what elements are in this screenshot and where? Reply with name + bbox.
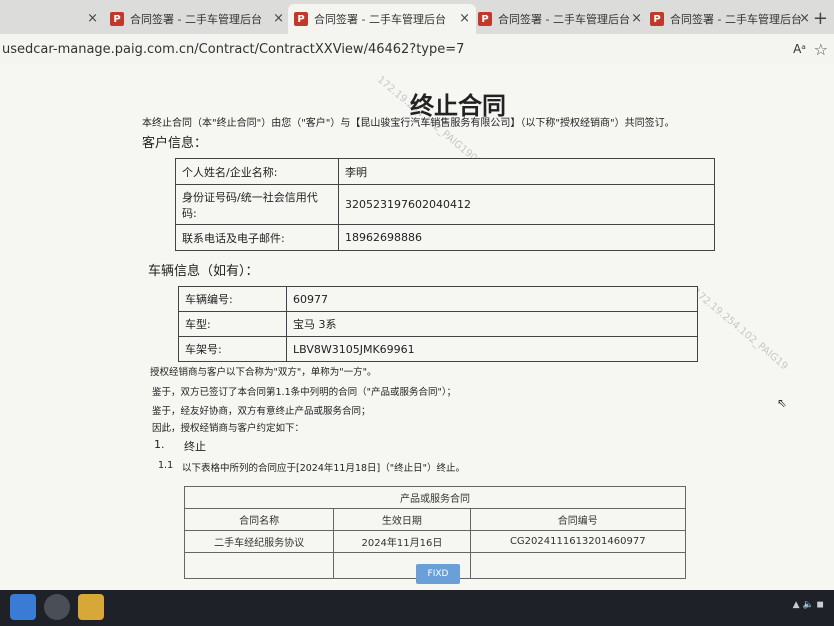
reader-mode-icon[interactable]: Aᵃ: [793, 42, 806, 56]
favicon-icon: P: [110, 12, 124, 26]
windows-start-icon[interactable]: [10, 594, 36, 620]
row-value: 18962698886: [338, 224, 715, 251]
column-header: 生效日期: [333, 508, 471, 531]
vehicle-table: 车辆编号: 60977 车型: 宝马 3系 车架号: LBV8W3105JMK6…: [178, 286, 698, 362]
vehicle-heading: 车辆信息（如有）：: [148, 264, 259, 279]
table-row: 二手车经纪服务协议 2024年11月16日 CG2024111613201460…: [183, 530, 686, 553]
favicon-icon: P: [650, 12, 664, 26]
customer-table: 个人姓名/企业名称: 李明 身份证号码/统一社会信用代码: 3205231976…: [175, 158, 715, 251]
table-header-row: 合同名称 生效日期 合同编号: [183, 508, 686, 531]
row-value: 宝马 3系: [286, 311, 698, 337]
table-row: 联系电话及电子邮件: 18962698886: [175, 224, 715, 251]
favicon-icon: P: [294, 12, 308, 26]
table-row: 车辆编号: 60977: [178, 286, 698, 312]
table-row: 车型: 宝马 3系: [178, 311, 698, 337]
table-cell: CG2024111613201460977: [469, 530, 686, 553]
clause-text: 以下表格中所列的合同应于[2024年11月18日]（"终止日"）终止。: [182, 463, 466, 474]
table-caption-row: 产品或服务合同: [184, 486, 686, 509]
row-value: 李明: [338, 158, 715, 185]
section-number: 1.: [154, 438, 165, 451]
tab-1[interactable]: ×: [0, 4, 104, 34]
intro-text: 本终止合同（本"终止合同"）由您（"客户"）与【昆山骏宝行汽车销售服务有限公司】…: [142, 118, 675, 129]
table-cell: [183, 552, 335, 579]
clause-paragraph: 授权经销商与客户以下合称为"双方"，单称为"一方"。: [150, 367, 377, 378]
close-icon[interactable]: ×: [799, 11, 810, 26]
clause-paragraph: 鉴于，经友好协商，双方有意终止产品或服务合同；: [152, 406, 371, 417]
address-bar[interactable]: usedcar-manage.paig.com.cn/Contract/Cont…: [0, 34, 834, 65]
tab-2[interactable]: P 合同签署 - 二手车管理后台 ×: [106, 4, 290, 34]
row-value: LBV8W3105JMK69961: [286, 336, 698, 362]
tab-3-active[interactable]: P 合同签署 - 二手车管理后台 ×: [288, 4, 476, 34]
close-icon[interactable]: ×: [273, 11, 284, 26]
row-label: 车型:: [178, 311, 287, 337]
system-tray[interactable]: ▲ 🔈 ◼: [793, 600, 824, 610]
column-header: 合同名称: [183, 508, 335, 531]
column-header: 合同编号: [469, 508, 686, 531]
close-icon[interactable]: ×: [459, 11, 470, 26]
table-row: 个人姓名/企业名称: 李明: [175, 158, 715, 185]
table-cell: 二手车经纪服务协议: [183, 530, 335, 553]
taskbar: ▲ 🔈 ◼: [0, 590, 834, 626]
folder-taskbar-icon[interactable]: [78, 594, 104, 620]
row-label: 身份证号码/统一社会信用代码:: [175, 184, 339, 225]
new-tab-button[interactable]: +: [813, 8, 828, 29]
url-text[interactable]: usedcar-manage.paig.com.cn/Contract/Cont…: [2, 42, 464, 57]
customer-heading: 客户信息：: [142, 136, 208, 151]
row-value: 320523197602040412: [338, 184, 715, 225]
tab-title: 合同签署 - 二手车管理后台: [498, 13, 630, 26]
tab-5[interactable]: P 合同签署 - 二手车管理后台 ×: [646, 4, 816, 34]
table-cell: 2024年11月16日: [333, 530, 471, 553]
clause-paragraph: 因此，授权经销商与客户约定如下：: [152, 423, 305, 434]
table-cell: [469, 552, 686, 579]
section-title: 终止: [184, 440, 206, 453]
action-button[interactable]: FIXD: [416, 564, 460, 584]
row-label: 车架号:: [178, 336, 287, 362]
tab-4[interactable]: P 合同签署 - 二手车管理后台 ×: [474, 4, 648, 34]
row-value: 60977: [286, 286, 698, 312]
close-icon[interactable]: ×: [631, 11, 642, 26]
bookmark-star-icon[interactable]: ☆: [814, 40, 828, 59]
tab-title: 合同签署 - 二手车管理后台: [314, 13, 446, 26]
mouse-cursor-icon: ⇖: [777, 396, 788, 410]
table-caption: 产品或服务合同: [184, 486, 686, 509]
watermark: 172.19.254.102_PAIG19: [690, 286, 790, 373]
table-row: 车架号: LBV8W3105JMK69961: [178, 336, 698, 362]
tab-title: 合同签署 - 二手车管理后台: [670, 13, 802, 26]
tab-title: 合同签署 - 二手车管理后台: [130, 13, 262, 26]
row-label: 个人姓名/企业名称:: [175, 158, 339, 185]
browser-taskbar-icon[interactable]: [44, 594, 70, 620]
clause-number: 1.1: [158, 460, 174, 471]
tab-bar: × P 合同签署 - 二手车管理后台 × P 合同签署 - 二手车管理后台 × …: [0, 0, 834, 34]
row-label: 联系电话及电子邮件:: [175, 224, 339, 251]
table-row: 身份证号码/统一社会信用代码: 320523197602040412: [175, 184, 715, 225]
page-content: 172.19.254.102_PAIG19002057 172.19.254.1…: [0, 64, 834, 590]
favicon-icon: P: [478, 12, 492, 26]
row-label: 车辆编号:: [178, 286, 287, 312]
clause-paragraph: 鉴于，双方已签订了本合同第1.1条中列明的合同（"产品或服务合同"）；: [152, 387, 457, 398]
browser-window: × P 合同签署 - 二手车管理后台 × P 合同签署 - 二手车管理后台 × …: [0, 0, 834, 590]
close-icon[interactable]: ×: [87, 11, 98, 26]
